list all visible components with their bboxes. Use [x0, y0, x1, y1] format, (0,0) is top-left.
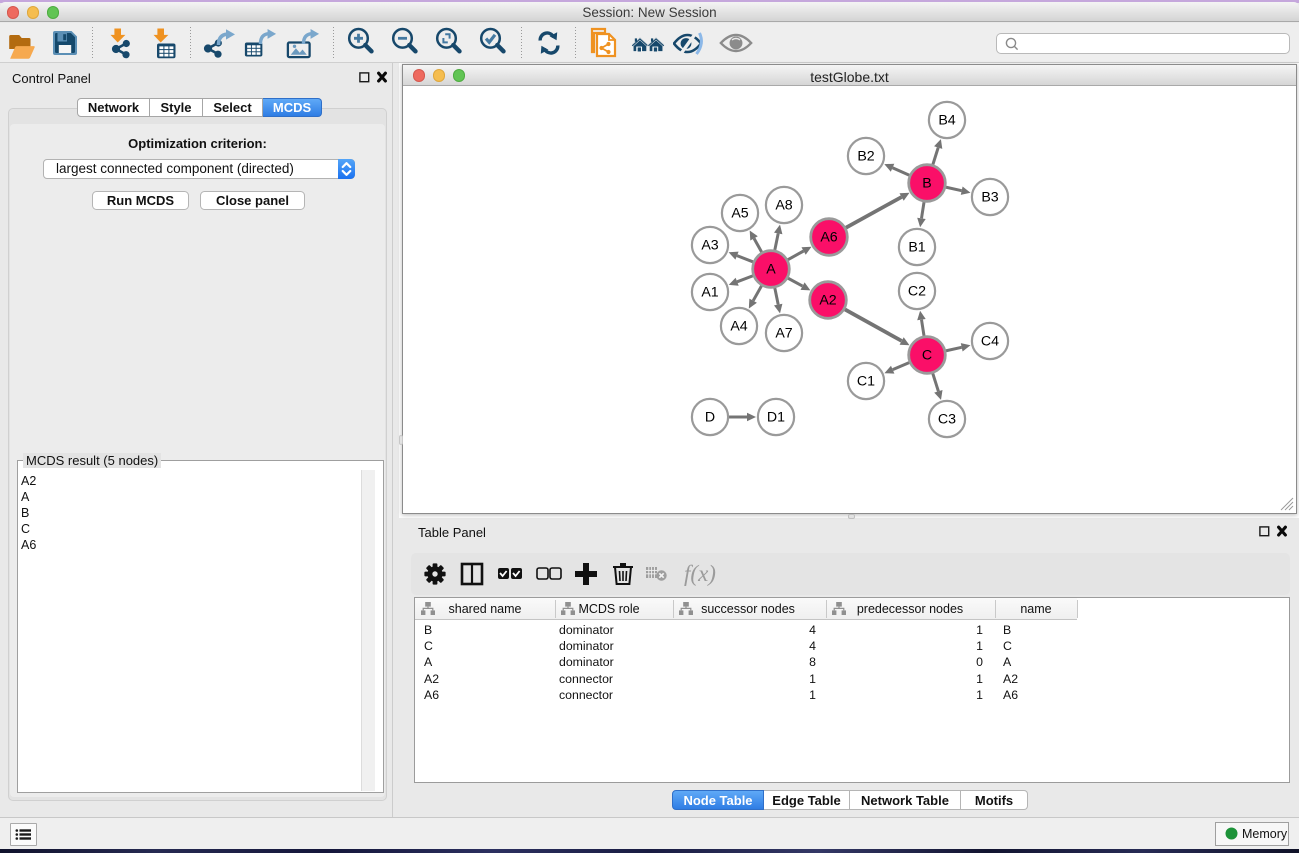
svg-text:A6: A6: [820, 230, 837, 246]
svg-text:C1: C1: [857, 374, 875, 390]
svg-text:B3: B3: [981, 190, 998, 206]
svg-text:B4: B4: [938, 113, 955, 129]
svg-text:A5: A5: [731, 206, 748, 222]
svg-text:A4: A4: [730, 319, 747, 335]
svg-text:B1: B1: [908, 240, 925, 256]
svg-text:A2: A2: [819, 293, 836, 309]
svg-text:C4: C4: [981, 334, 999, 350]
svg-text:A3: A3: [701, 238, 718, 254]
svg-text:C3: C3: [938, 412, 956, 428]
svg-text:D1: D1: [767, 410, 785, 426]
svg-text:A8: A8: [775, 198, 792, 214]
svg-text:C2: C2: [908, 284, 926, 300]
svg-text:A7: A7: [775, 326, 792, 342]
svg-text:C: C: [922, 348, 932, 364]
svg-text:A: A: [766, 262, 776, 278]
svg-text:B: B: [922, 176, 931, 192]
svg-text:D: D: [705, 410, 715, 426]
svg-text:A1: A1: [701, 285, 718, 301]
svg-text:B2: B2: [857, 149, 874, 165]
svg-text:f(x): f(x): [684, 561, 716, 586]
